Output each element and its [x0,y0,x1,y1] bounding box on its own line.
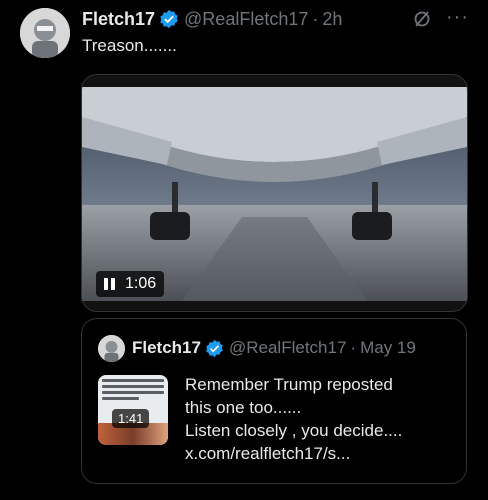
separator-dot: · [350,338,357,357]
more-icon[interactable]: ··· [446,6,469,29]
quote-text-line: Remember Trump reposted [185,375,393,394]
quote-author-avatar[interactable] [98,335,125,362]
quote-author-name[interactable]: Fletch17 [132,338,201,358]
grok-icon[interactable] [412,9,432,29]
verified-badge-icon [206,339,223,357]
author-avatar[interactable] [20,8,70,58]
video-player[interactable]: 1:06 [81,74,468,312]
quote-text-line: Listen closely , you decide.... [185,421,403,440]
quote-header: Fletch17 @RealFletch17 · May 19 [132,337,416,359]
quote-date[interactable]: May 19 [360,338,416,358]
quote-author-handle[interactable]: @RealFletch17 [229,338,346,358]
post-text: Treason....... [82,36,177,55]
verified-badge-icon [160,9,178,29]
post-time[interactable]: 2h [322,9,342,30]
quote-text: Remember Trump reposted this one too....… [185,373,455,465]
video-controls: 1:06 [96,271,165,297]
thumbnail-text-lines [102,379,164,403]
video-duration: 1:06 [125,275,157,292]
quote-link[interactable]: x.com/realfletch17/s... [185,442,455,465]
video-frame [82,87,467,301]
separator-dot: · [312,8,319,29]
quote-video-duration: 1:41 [112,409,150,428]
post-header: Fletch17 @RealFletch17 · 2h [82,8,342,30]
quote-video-thumbnail[interactable]: 1:41 [98,375,168,445]
pause-icon[interactable] [104,278,115,290]
quote-text-line: this one too...... [185,398,302,417]
author-name[interactable]: Fletch17 [82,9,155,30]
quoted-post[interactable]: Fletch17 @RealFletch17 · May 19 1:41 Rem… [81,318,467,484]
author-handle[interactable]: @RealFletch17 [184,9,308,30]
